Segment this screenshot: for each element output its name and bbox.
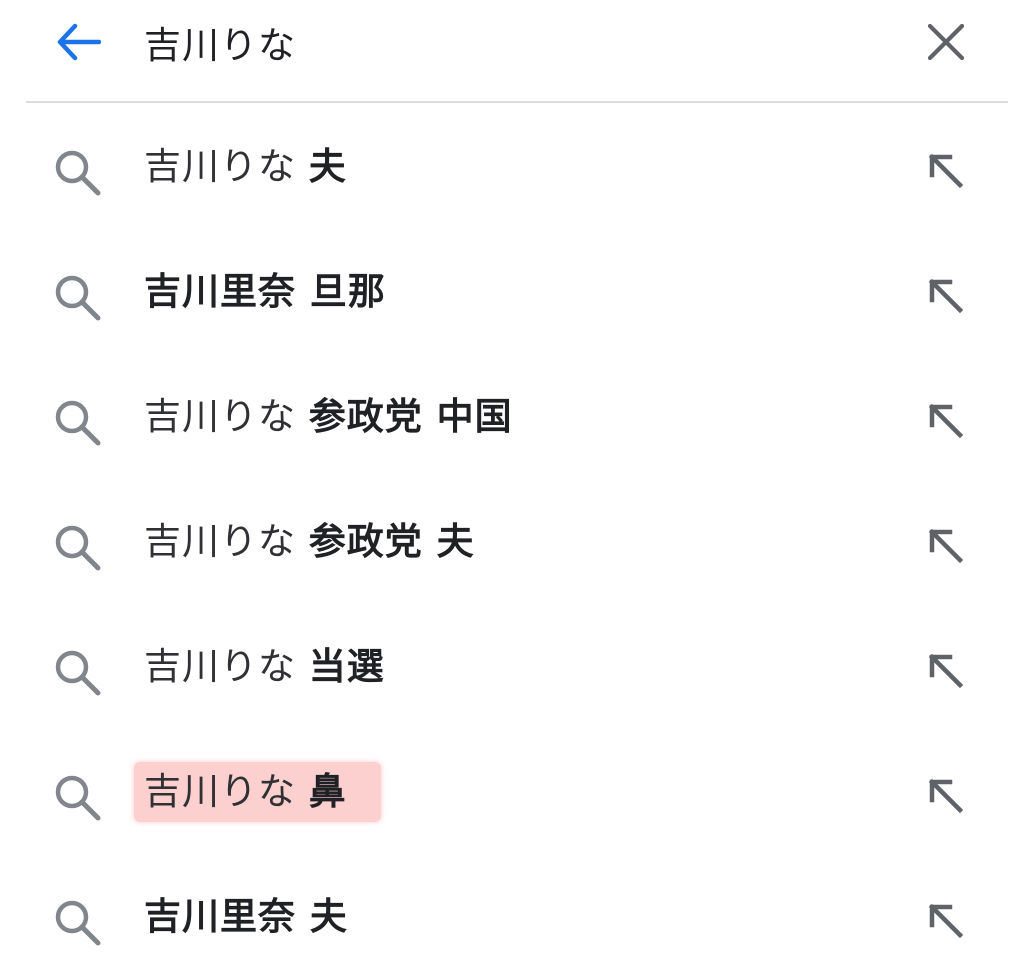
- fill-query-button[interactable]: [918, 643, 974, 699]
- fill-query-arrow-icon: [928, 403, 964, 439]
- suggestion-suffix: 吉川里奈 夫: [144, 895, 348, 938]
- suggestion-row[interactable]: 吉川りな 当選: [0, 603, 1024, 728]
- suggestion-prefix: 吉川りな: [144, 145, 309, 188]
- suggestion-suffix: 当選: [308, 645, 385, 688]
- suggestion-text: 吉川里奈 夫: [144, 887, 348, 947]
- suggestion-suffix: 鼻: [308, 770, 347, 813]
- fill-query-button[interactable]: [918, 893, 974, 949]
- suggestion-suffix: 参政党 夫: [308, 520, 475, 563]
- suggestion-prefix: 吉川りな: [144, 520, 309, 563]
- fill-query-button[interactable]: [918, 393, 974, 449]
- suggestion-text: 吉川りな 当選: [144, 637, 385, 697]
- suggestion-suffix: 吉川里奈 旦那: [144, 270, 386, 313]
- fill-query-arrow-icon: [928, 153, 964, 189]
- suggestion-row[interactable]: 吉川里奈 旦那: [0, 228, 1024, 353]
- suggestion-text: 吉川りな 夫: [144, 137, 347, 197]
- suggestion-prefix: 吉川りな: [144, 395, 309, 438]
- suggestion-row[interactable]: 吉川りな 参政党 中国: [0, 353, 1024, 478]
- suggestion-list: 吉川りな 夫 吉川里奈 旦那 吉川りな 参政党 中国 吉川りな 参政党 夫 吉川…: [0, 103, 1024, 978]
- search-icon: [55, 650, 101, 696]
- search-bar: [0, 0, 1024, 102]
- suggestion-suffix: 夫: [308, 145, 347, 188]
- fill-query-button[interactable]: [918, 268, 974, 324]
- search-icon: [55, 775, 101, 821]
- suggestion-row[interactable]: 吉川りな 参政党 夫: [0, 478, 1024, 603]
- suggestion-text: 吉川りな 参政党 中国: [144, 387, 513, 447]
- suggestion-suffix: 参政党 中国: [308, 395, 513, 438]
- close-icon: [927, 23, 965, 61]
- fill-query-arrow-icon: [928, 778, 964, 814]
- suggestion-prefix: 吉川りな: [144, 770, 309, 813]
- fill-query-button[interactable]: [918, 518, 974, 574]
- suggestion-text-highlighted: 吉川りな 鼻: [134, 762, 381, 822]
- search-icon: [55, 275, 101, 321]
- search-input[interactable]: [144, 14, 884, 70]
- suggestion-row[interactable]: 吉川里奈 夫: [0, 853, 1024, 978]
- search-icon: [55, 900, 101, 946]
- search-icon: [55, 525, 101, 571]
- arrow-left-icon: [57, 23, 101, 61]
- fill-query-arrow-icon: [928, 528, 964, 564]
- fill-query-arrow-icon: [928, 903, 964, 939]
- suggestion-row[interactable]: 吉川りな 夫: [0, 103, 1024, 228]
- suggestion-text: 吉川里奈 旦那: [144, 262, 386, 322]
- fill-query-button[interactable]: [918, 768, 974, 824]
- clear-button[interactable]: [918, 14, 974, 70]
- suggestion-row[interactable]: 吉川りな 鼻: [0, 728, 1024, 853]
- suggestion-text: 吉川りな 参政党 夫: [144, 512, 475, 572]
- suggestion-prefix: 吉川りな: [144, 645, 309, 688]
- search-icon: [55, 400, 101, 446]
- fill-query-arrow-icon: [928, 653, 964, 689]
- fill-query-button[interactable]: [918, 143, 974, 199]
- back-button[interactable]: [50, 14, 106, 70]
- search-icon: [55, 150, 101, 196]
- fill-query-arrow-icon: [928, 278, 964, 314]
